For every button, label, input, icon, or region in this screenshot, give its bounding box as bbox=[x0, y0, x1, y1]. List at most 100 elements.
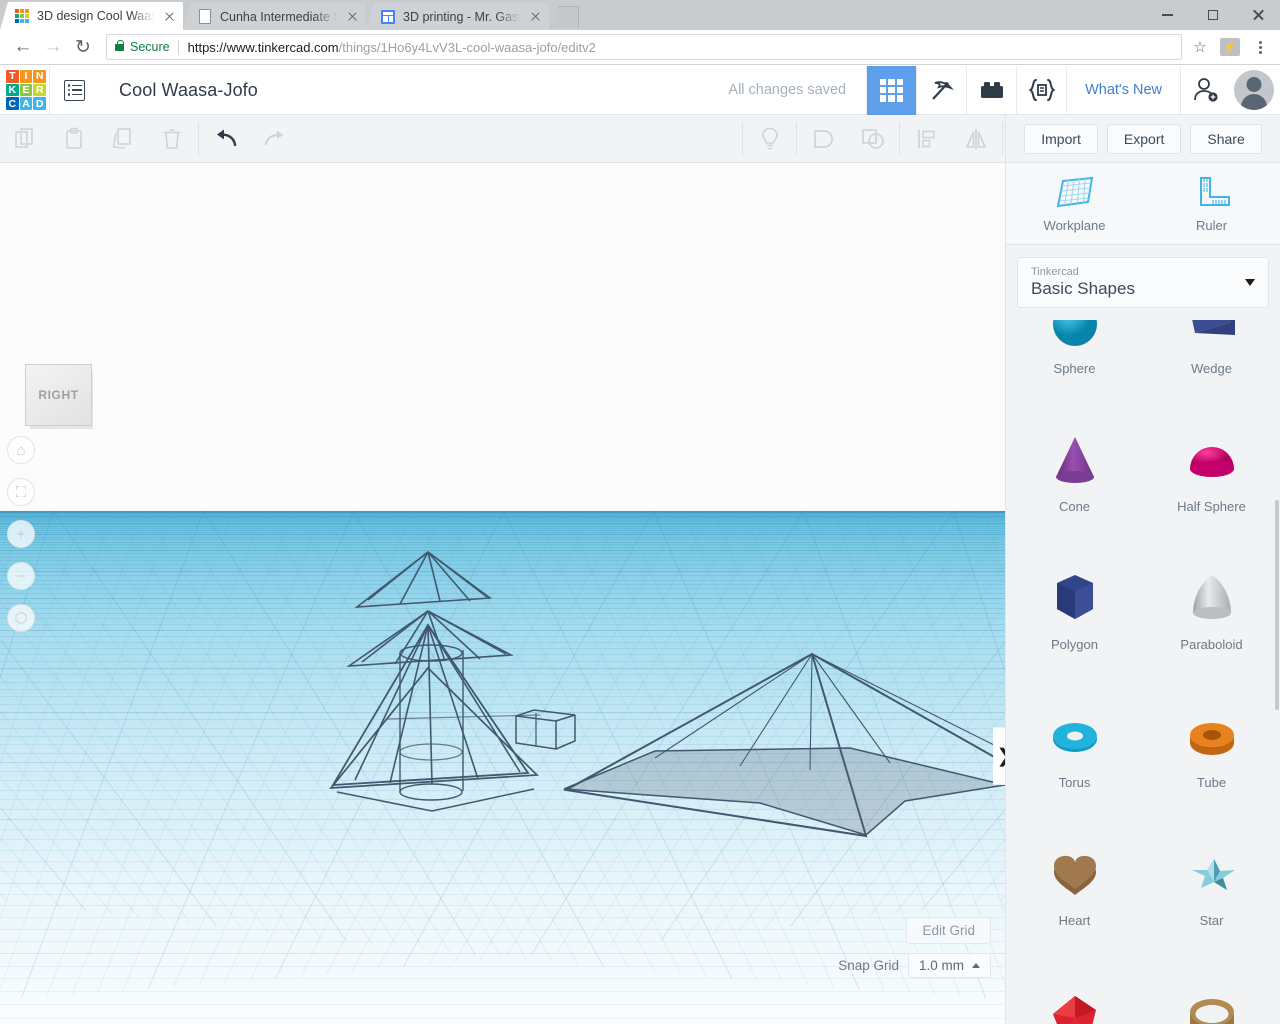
zoom-out-button[interactable]: − bbox=[7, 562, 35, 590]
align-button[interactable] bbox=[902, 115, 951, 162]
home-view-button[interactable]: ⌂ bbox=[7, 436, 35, 464]
shape-item-heart[interactable]: Heart bbox=[1006, 816, 1143, 954]
snap-grid-row: Snap Grid 1.0 mm bbox=[838, 953, 991, 978]
workplane-tool[interactable]: Workplane bbox=[1006, 163, 1143, 244]
logo-tile: R bbox=[33, 83, 46, 97]
minimize-icon[interactable] bbox=[1145, 0, 1190, 30]
logo-tile: I bbox=[19, 70, 33, 83]
ungroup-button[interactable] bbox=[848, 115, 897, 162]
edit-grid-button[interactable]: Edit Grid bbox=[906, 917, 991, 944]
shape-library-select[interactable]: Tinkercad Basic Shapes bbox=[1017, 257, 1269, 308]
edit-toolbar bbox=[0, 115, 1005, 163]
share-button[interactable]: Share bbox=[1190, 123, 1262, 154]
mirror-button[interactable] bbox=[951, 115, 1000, 162]
address-bar[interactable]: Secure https://www.tinkercad.com/things/… bbox=[106, 34, 1182, 60]
group-button[interactable] bbox=[799, 115, 848, 162]
avatar[interactable] bbox=[1234, 70, 1274, 110]
bricks-tool-button[interactable] bbox=[967, 66, 1016, 115]
bookmark-star-icon[interactable]: ☆ bbox=[1188, 35, 1212, 59]
perspective-toggle-button[interactable]: ⬡ bbox=[7, 604, 35, 632]
library-name: Basic Shapes bbox=[1031, 279, 1135, 298]
align-icon bbox=[917, 129, 935, 148]
shape-item-polygon[interactable]: Polygon bbox=[1006, 540, 1143, 678]
shape-label: Wedge bbox=[1191, 360, 1232, 376]
grid-tool-button[interactable] bbox=[867, 65, 917, 115]
shape-item-ring[interactable] bbox=[1143, 954, 1280, 1024]
save-status: All changes saved bbox=[728, 82, 847, 98]
restore-icon[interactable] bbox=[1190, 0, 1235, 30]
chrome-menu-icon[interactable] bbox=[1248, 35, 1272, 59]
workplane-icon bbox=[1056, 176, 1093, 207]
undo-arrow-icon bbox=[216, 129, 236, 146]
panel-tools: Workplane Ruler bbox=[1006, 163, 1280, 245]
close-icon[interactable] bbox=[527, 9, 543, 25]
logo-tile: C bbox=[6, 97, 19, 110]
codeblocks-tool-button[interactable] bbox=[917, 66, 966, 115]
copy-icon bbox=[14, 127, 33, 148]
forward-icon[interactable]: → bbox=[38, 32, 68, 62]
snap-grid-select[interactable]: 1.0 mm bbox=[907, 953, 991, 978]
scrollbar-thumb[interactable] bbox=[1275, 500, 1279, 710]
close-icon[interactable] bbox=[344, 9, 360, 25]
shape-item-tube[interactable]: Tube bbox=[1143, 678, 1280, 816]
browser-toolbar: ← → ↻ Secure https://www.tinkercad.com/t… bbox=[0, 30, 1280, 65]
document-icon bbox=[197, 9, 213, 25]
paste-button[interactable] bbox=[49, 115, 98, 162]
divider bbox=[742, 121, 743, 156]
view-cube[interactable]: RIGHT bbox=[25, 364, 92, 426]
logo-tile: N bbox=[33, 70, 46, 83]
polygon-icon bbox=[1044, 567, 1106, 629]
close-icon[interactable] bbox=[1235, 0, 1280, 30]
browser-tab-3[interactable]: 3D printing - Mr. Gasser bbox=[366, 3, 549, 30]
shape-item-torus[interactable]: Torus bbox=[1006, 678, 1143, 816]
cone-icon bbox=[1044, 429, 1106, 491]
view-cube-label: RIGHT bbox=[38, 388, 79, 402]
invite-user-button[interactable] bbox=[1181, 66, 1230, 115]
shape-list[interactable]: Sphere Wedge Cone Half Sphere Polygon Pa… bbox=[1006, 320, 1280, 1024]
blocks-tool-button[interactable] bbox=[1017, 66, 1066, 115]
copy-button[interactable] bbox=[0, 115, 49, 162]
ruler-tool-label: Ruler bbox=[1195, 217, 1228, 233]
panel-scrollbar[interactable] bbox=[1275, 320, 1280, 1024]
chevron-right-icon[interactable]: ❯ bbox=[993, 727, 1005, 785]
back-icon[interactable]: ← bbox=[8, 32, 38, 62]
browser-tab-1[interactable]: 3D design Cool Waasa-Jofo bbox=[0, 2, 183, 30]
chevron-down-icon bbox=[1245, 279, 1255, 286]
spreadsheet-icon bbox=[380, 9, 396, 25]
duplicate-button[interactable] bbox=[98, 115, 147, 162]
browser-tab-strip: 3D design Cool Waasa-Jofo Cunha Intermed… bbox=[0, 0, 1280, 30]
zoom-in-button[interactable]: + bbox=[7, 520, 35, 548]
redo-button[interactable] bbox=[250, 115, 299, 162]
designs-list-button[interactable] bbox=[50, 66, 99, 115]
shape-item-half-sphere[interactable]: Half Sphere bbox=[1143, 402, 1280, 540]
shape-label: Polygon bbox=[1051, 636, 1098, 652]
shape-item-cone[interactable]: Cone bbox=[1006, 402, 1143, 540]
ruler-tool[interactable]: Ruler bbox=[1143, 163, 1280, 244]
shape-item-sphere[interactable]: Sphere bbox=[1006, 320, 1143, 402]
shape-item-paraboloid[interactable]: Paraboloid bbox=[1143, 540, 1280, 678]
hint-button[interactable] bbox=[745, 115, 794, 162]
page-title: Cool Waasa-Jofo bbox=[119, 79, 258, 100]
shape-item-polyhedron[interactable] bbox=[1006, 954, 1143, 1024]
halfsphere-icon bbox=[1181, 429, 1243, 491]
shape-label: Star bbox=[1199, 912, 1224, 928]
browser-tab-title: 3D printing - Mr. Gasser bbox=[403, 9, 523, 24]
shape-item-star[interactable]: Star bbox=[1143, 816, 1280, 954]
browser-tab-2[interactable]: Cunha Intermediate School bbox=[183, 3, 366, 30]
shapes-panel: Workplane Ruler Tinkercad Basic Shapes S… bbox=[1005, 163, 1280, 1024]
undo-button[interactable] bbox=[201, 115, 250, 162]
wedge-icon bbox=[1181, 320, 1243, 353]
close-icon[interactable] bbox=[161, 8, 177, 24]
shape-item-wedge[interactable]: Wedge bbox=[1143, 320, 1280, 402]
new-tab-button[interactable] bbox=[551, 6, 579, 28]
tinkercad-logo-icon[interactable]: T I N K E R C A D bbox=[3, 67, 49, 113]
import-button[interactable]: Import bbox=[1024, 123, 1098, 154]
reload-icon[interactable]: ↻ bbox=[68, 32, 98, 62]
3d-viewport[interactable]: RIGHT ⌂ ⛶ + − ⬡ ❯ Edit Grid Snap Grid 1.… bbox=[0, 163, 1005, 1024]
grid-controls: Edit Grid Snap Grid 1.0 mm bbox=[838, 917, 991, 978]
delete-button[interactable] bbox=[147, 115, 196, 162]
export-button[interactable]: Export bbox=[1106, 123, 1182, 154]
whats-new-link[interactable]: What's New bbox=[1067, 82, 1180, 98]
fit-view-button[interactable]: ⛶ bbox=[7, 478, 35, 506]
extension-icon[interactable]: ⚡ bbox=[1220, 38, 1240, 56]
